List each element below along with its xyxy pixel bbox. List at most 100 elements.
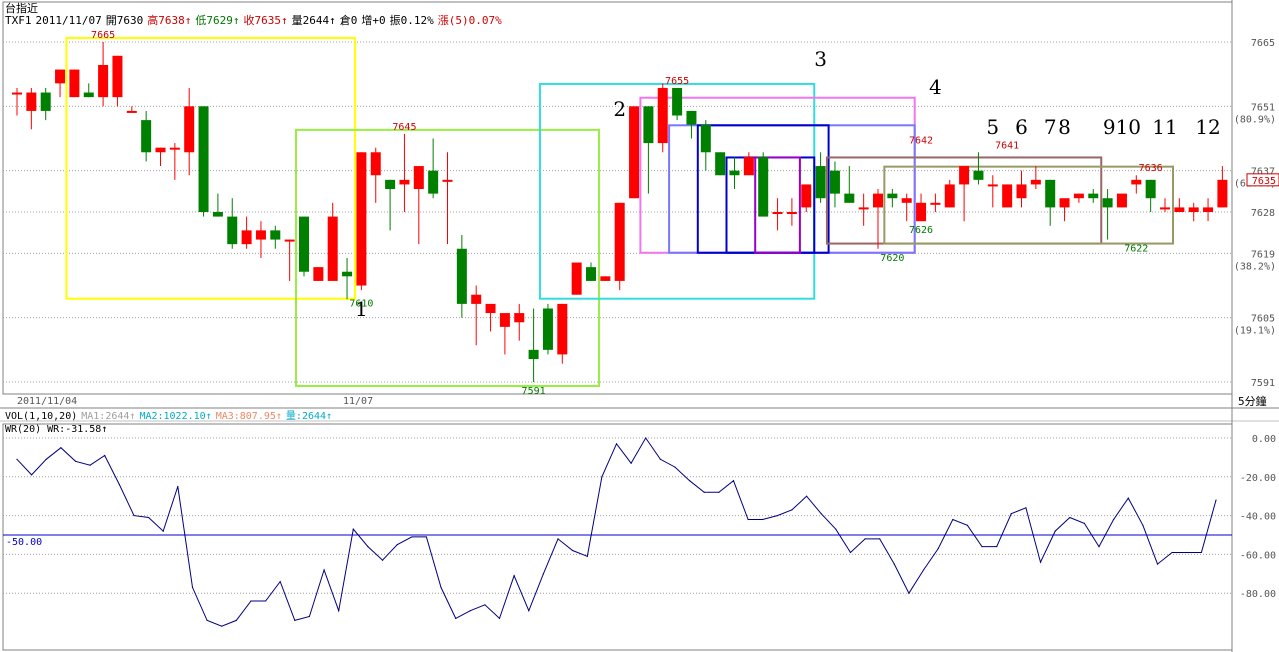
candle-body	[600, 276, 611, 281]
box-number-label: 7	[1044, 115, 1057, 139]
wr-point	[221, 625, 223, 627]
wr-point	[572, 549, 574, 552]
wr-point	[338, 610, 340, 612]
candle-body	[629, 106, 640, 199]
box-number-label: 12	[1195, 115, 1220, 139]
wr-tick-label: -40.00	[1240, 512, 1276, 523]
wr-point	[557, 538, 559, 540]
annotation-box	[65, 37, 357, 300]
candle-body	[1088, 193, 1099, 199]
close-label: 收7635↑	[243, 14, 288, 27]
candle-body	[614, 202, 625, 281]
wr-point	[264, 600, 267, 602]
wr-point	[615, 443, 618, 445]
wr-point	[835, 528, 837, 530]
wr-point	[31, 474, 33, 476]
candle-body	[1217, 179, 1228, 208]
wr-point	[455, 617, 457, 620]
price-annotation: 7610	[349, 299, 373, 310]
box-number-label: 5	[986, 115, 999, 139]
wr-point	[996, 546, 998, 548]
candle-body	[1059, 198, 1070, 208]
candle-body	[944, 184, 955, 208]
candle-body	[1002, 184, 1013, 208]
wr-label: WR(20) WR:-31.58↑	[5, 424, 108, 435]
quote-header: TXF1 2011/11/07 開7630 高7638↑ 低7629↑ 收7635↑ 量26…	[5, 14, 506, 27]
date-axis-label-2: 11/07	[343, 396, 374, 407]
candle-body	[313, 267, 324, 281]
price-annotation: 7626	[909, 225, 933, 236]
wr-point	[674, 466, 676, 468]
candle-body	[930, 202, 941, 205]
candle-body	[55, 69, 66, 84]
date-label: 2011/11/07	[35, 14, 102, 27]
candle-body	[1174, 207, 1185, 212]
candle-body	[758, 156, 769, 217]
wr-header: WR(20) WR:-31.58↑	[5, 423, 111, 436]
wr-line	[16, 437, 1217, 627]
vol-ma3: MA3:807.95↑	[215, 411, 282, 422]
candle-body	[815, 166, 826, 199]
candle-body	[83, 92, 94, 98]
vol-label: VOL(1,10,20)	[5, 411, 78, 422]
candle-body	[772, 212, 783, 214]
candle-body	[1073, 193, 1084, 199]
symbol-label: TXF1	[5, 14, 32, 27]
candle-body	[1116, 193, 1127, 208]
candle-body	[198, 106, 209, 212]
candle-body	[1016, 184, 1027, 199]
candle-body	[413, 166, 424, 190]
box-number-label: 2	[613, 97, 626, 121]
candle-body	[26, 92, 37, 111]
candle-body	[299, 216, 309, 272]
timeframe-label[interactable]: 5分鐘	[1238, 395, 1271, 408]
wr-point	[528, 610, 530, 612]
candle-body	[155, 147, 166, 153]
vol-qty: 量:2644↑	[285, 411, 333, 422]
wr-point	[60, 447, 62, 449]
candle-body	[528, 349, 539, 360]
candle-body	[385, 179, 396, 190]
candle-body	[255, 230, 266, 240]
candle-body	[1188, 207, 1199, 212]
wr-point	[791, 509, 793, 511]
candle-body	[873, 193, 883, 208]
wr-point	[966, 524, 969, 526]
chart-canvas: 12345 6 7 8 910 11 12 766576457610759176557642…	[0, 0, 1279, 652]
wr-point	[1156, 563, 1159, 565]
wr-tick-label: -60.00	[1240, 550, 1276, 561]
wr-point	[1142, 524, 1144, 526]
wr-point	[645, 437, 647, 439]
wr-point	[162, 530, 164, 532]
wr-point	[16, 458, 18, 460]
candle-body	[471, 294, 482, 304]
high-label: 高7638↑	[147, 14, 192, 27]
wr-point	[147, 516, 150, 519]
price-annotation: 7645	[392, 122, 416, 133]
wr-point	[922, 569, 925, 571]
candle-body	[399, 179, 410, 185]
volume-label: 量2644↑	[291, 14, 336, 27]
candle-body	[356, 152, 367, 286]
wr-point	[352, 528, 354, 530]
wr-point	[1025, 507, 1027, 509]
wr-point	[1010, 513, 1012, 515]
candle-body	[1045, 179, 1056, 208]
wr-point	[118, 483, 120, 486]
price-annotation: 7622	[1124, 244, 1148, 255]
wr-point	[1200, 551, 1202, 554]
wr-point	[469, 610, 471, 612]
candle-body	[786, 212, 797, 214]
wr-point	[308, 615, 311, 618]
box-number-label: 4	[929, 75, 942, 99]
vol-ma1: MA1:2644↑	[81, 411, 136, 422]
wr-point	[294, 619, 296, 621]
candle-body	[1145, 179, 1156, 199]
candle-body	[141, 120, 152, 153]
price-annotation: 7591	[522, 386, 546, 397]
wr-point	[191, 586, 194, 588]
candle-body	[69, 69, 80, 98]
wr-point	[1039, 561, 1042, 563]
wr-point	[732, 480, 735, 482]
candle-body	[1102, 198, 1113, 208]
